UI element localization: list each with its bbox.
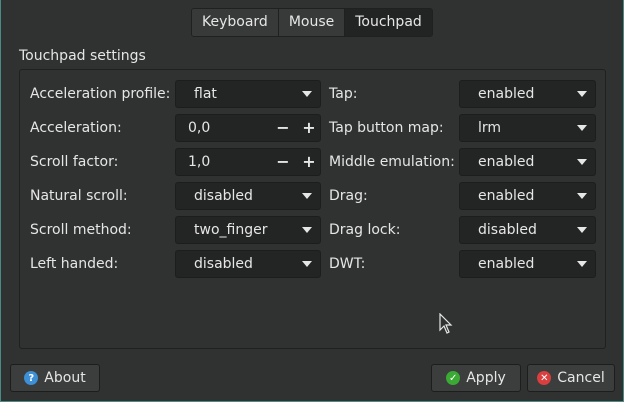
scroll-factor-label: Scroll factor: <box>30 154 119 170</box>
natural-scroll-value: disabled <box>194 188 253 204</box>
dwt-value: enabled <box>478 256 535 272</box>
tab-touchpad[interactable]: Touchpad <box>345 9 432 36</box>
accel-profile-value: flat <box>194 86 217 102</box>
accel-profile-label: Acceleration profile: <box>30 86 171 102</box>
scroll-method-label: Scroll method: <box>30 222 132 238</box>
drag-lock-value: disabled <box>478 222 537 238</box>
chevron-down-icon <box>577 227 587 233</box>
acceleration-value: 0,0 <box>188 120 211 136</box>
about-button[interactable]: ? About <box>10 364 100 392</box>
drag-value: enabled <box>478 188 535 204</box>
drag-label: Drag: <box>329 188 368 204</box>
scroll-method-combo[interactable]: two_finger <box>175 216 321 244</box>
help-icon: ? <box>24 371 39 385</box>
left-handed-label: Left handed: <box>30 256 119 272</box>
drag-lock-combo[interactable]: disabled <box>459 216 596 244</box>
drag-combo[interactable]: enabled <box>459 182 596 210</box>
tab-keyboard[interactable]: Keyboard <box>192 9 279 36</box>
chevron-down-icon <box>302 91 312 97</box>
scroll-factor-spinbox[interactable]: 1,0 − + <box>175 148 321 176</box>
chevron-down-icon <box>577 91 587 97</box>
touchpad-settings-group: Acceleration profile: flat Acceleration:… <box>19 69 606 349</box>
left-handed-combo[interactable]: disabled <box>175 250 321 278</box>
scroll-factor-value: 1,0 <box>188 154 211 170</box>
chevron-down-icon <box>302 193 312 199</box>
chevron-down-icon <box>577 159 587 165</box>
natural-scroll-combo[interactable]: disabled <box>175 182 321 210</box>
tap-value: enabled <box>478 86 535 102</box>
tap-combo[interactable]: enabled <box>459 80 596 108</box>
tap-button-map-combo[interactable]: lrm <box>459 114 596 142</box>
group-title: Touchpad settings <box>19 48 146 64</box>
left-handed-value: disabled <box>194 256 253 272</box>
apply-button[interactable]: ✓ Apply <box>431 364 521 392</box>
apply-button-label: Apply <box>466 370 506 386</box>
natural-scroll-label: Natural scroll: <box>30 188 128 204</box>
drag-lock-label: Drag lock: <box>329 222 401 238</box>
scroll-method-value: two_finger <box>194 222 268 238</box>
chevron-down-icon <box>577 261 587 267</box>
chevron-down-icon <box>302 227 312 233</box>
dwt-combo[interactable]: enabled <box>459 250 596 278</box>
chevron-down-icon <box>577 125 587 131</box>
scroll-factor-increment-button[interactable]: + <box>298 149 320 175</box>
middle-emulation-label: Middle emulation: <box>329 154 455 170</box>
chevron-down-icon <box>302 261 312 267</box>
mouse-pointer-icon <box>439 313 453 334</box>
dwt-label: DWT: <box>329 256 366 272</box>
tap-button-map-label: Tap button map: <box>329 120 444 136</box>
accel-profile-combo[interactable]: flat <box>175 80 321 108</box>
scroll-factor-decrement-button[interactable]: − <box>272 149 294 175</box>
cancel-icon: ✕ <box>537 371 552 385</box>
tap-label: Tap: <box>329 86 358 102</box>
cancel-button-label: Cancel <box>557 370 605 386</box>
middle-emulation-combo[interactable]: enabled <box>459 148 596 176</box>
cancel-button[interactable]: ✕ Cancel <box>527 364 615 392</box>
acceleration-increment-button[interactable]: + <box>298 115 320 141</box>
chevron-down-icon <box>577 193 587 199</box>
about-button-label: About <box>44 370 86 386</box>
acceleration-spinbox[interactable]: 0,0 − + <box>175 114 321 142</box>
middle-emulation-value: enabled <box>478 154 535 170</box>
acceleration-label: Acceleration: <box>30 120 122 136</box>
tab-mouse[interactable]: Mouse <box>278 9 346 36</box>
checkmark-icon: ✓ <box>446 371 461 385</box>
acceleration-decrement-button[interactable]: − <box>272 115 294 141</box>
tab-bar: Keyboard Mouse Touchpad <box>191 8 433 37</box>
tap-button-map-value: lrm <box>478 120 502 136</box>
